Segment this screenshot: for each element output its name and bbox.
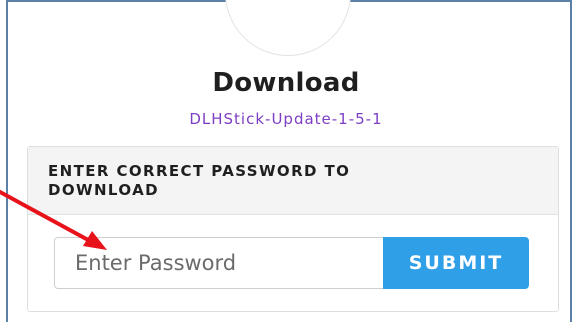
password-input[interactable] — [54, 237, 384, 289]
card-header: ENTER CORRECT PASSWORD TO DOWNLOAD — [28, 147, 558, 215]
submit-button[interactable]: SUBMIT — [383, 237, 529, 289]
page-title: Download — [212, 68, 360, 98]
download-page: Download DLHStick-Update-1-5-1 ENTER COR… — [0, 0, 572, 322]
file-name: DLHStick-Update-1-5-1 — [189, 110, 383, 128]
card-header-text: ENTER CORRECT PASSWORD TO DOWNLOAD — [48, 162, 351, 199]
